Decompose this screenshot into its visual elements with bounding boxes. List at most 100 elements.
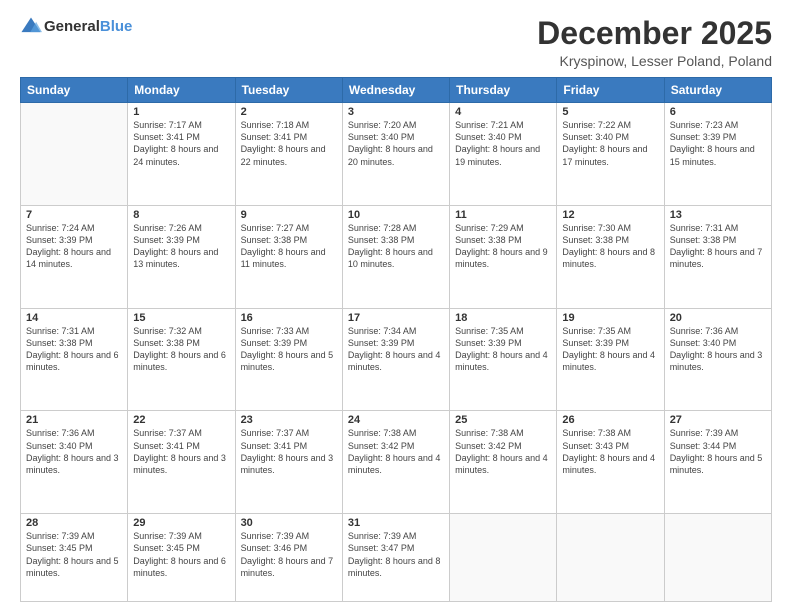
day-number: 7: [26, 209, 122, 221]
day-number: 13: [670, 209, 766, 221]
calendar-cell: 1Sunrise: 7:17 AMSunset: 3:41 PMDaylight…: [128, 103, 235, 206]
day-info: Sunrise: 7:39 AMSunset: 3:45 PMDaylight:…: [133, 530, 229, 579]
calendar-cell: 18Sunrise: 7:35 AMSunset: 3:39 PMDayligh…: [450, 308, 557, 411]
calendar-cell: 5Sunrise: 7:22 AMSunset: 3:40 PMDaylight…: [557, 103, 664, 206]
weekday-header-tuesday: Tuesday: [235, 78, 342, 103]
day-number: 8: [133, 209, 229, 221]
logo: GeneralBlue: [20, 16, 132, 38]
day-number: 22: [133, 414, 229, 426]
day-number: 10: [348, 209, 444, 221]
day-number: 1: [133, 106, 229, 118]
calendar-week-row: 21Sunrise: 7:36 AMSunset: 3:40 PMDayligh…: [21, 411, 772, 514]
month-title: December 2025: [537, 16, 772, 51]
calendar-cell: 6Sunrise: 7:23 AMSunset: 3:39 PMDaylight…: [664, 103, 771, 206]
calendar-cell: 3Sunrise: 7:20 AMSunset: 3:40 PMDaylight…: [342, 103, 449, 206]
day-info: Sunrise: 7:27 AMSunset: 3:38 PMDaylight:…: [241, 222, 337, 271]
day-info: Sunrise: 7:36 AMSunset: 3:40 PMDaylight:…: [26, 427, 122, 476]
day-number: 20: [670, 312, 766, 324]
day-number: 2: [241, 106, 337, 118]
day-number: 3: [348, 106, 444, 118]
day-info: Sunrise: 7:22 AMSunset: 3:40 PMDaylight:…: [562, 119, 658, 168]
calendar-cell: 19Sunrise: 7:35 AMSunset: 3:39 PMDayligh…: [557, 308, 664, 411]
day-info: Sunrise: 7:31 AMSunset: 3:38 PMDaylight:…: [26, 325, 122, 374]
day-info: Sunrise: 7:32 AMSunset: 3:38 PMDaylight:…: [133, 325, 229, 374]
day-number: 26: [562, 414, 658, 426]
day-number: 28: [26, 517, 122, 529]
calendar-cell: 24Sunrise: 7:38 AMSunset: 3:42 PMDayligh…: [342, 411, 449, 514]
calendar-cell: 4Sunrise: 7:21 AMSunset: 3:40 PMDaylight…: [450, 103, 557, 206]
calendar-cell: 20Sunrise: 7:36 AMSunset: 3:40 PMDayligh…: [664, 308, 771, 411]
calendar-cell: [557, 514, 664, 602]
logo-icon: [20, 16, 42, 38]
day-info: Sunrise: 7:37 AMSunset: 3:41 PMDaylight:…: [241, 427, 337, 476]
day-number: 12: [562, 209, 658, 221]
calendar-cell: 2Sunrise: 7:18 AMSunset: 3:41 PMDaylight…: [235, 103, 342, 206]
day-info: Sunrise: 7:23 AMSunset: 3:39 PMDaylight:…: [670, 119, 766, 168]
calendar-cell: 11Sunrise: 7:29 AMSunset: 3:38 PMDayligh…: [450, 205, 557, 308]
page: GeneralBlue December 2025 Kryspinow, Les…: [0, 0, 792, 612]
calendar-cell: 13Sunrise: 7:31 AMSunset: 3:38 PMDayligh…: [664, 205, 771, 308]
calendar-cell: 16Sunrise: 7:33 AMSunset: 3:39 PMDayligh…: [235, 308, 342, 411]
calendar-cell: [21, 103, 128, 206]
day-number: 24: [348, 414, 444, 426]
calendar-cell: 25Sunrise: 7:38 AMSunset: 3:42 PMDayligh…: [450, 411, 557, 514]
calendar-cell: 29Sunrise: 7:39 AMSunset: 3:45 PMDayligh…: [128, 514, 235, 602]
calendar-cell: 30Sunrise: 7:39 AMSunset: 3:46 PMDayligh…: [235, 514, 342, 602]
location-title: Kryspinow, Lesser Poland, Poland: [537, 53, 772, 69]
title-block: December 2025 Kryspinow, Lesser Poland, …: [537, 16, 772, 69]
day-info: Sunrise: 7:35 AMSunset: 3:39 PMDaylight:…: [455, 325, 551, 374]
day-info: Sunrise: 7:17 AMSunset: 3:41 PMDaylight:…: [133, 119, 229, 168]
day-info: Sunrise: 7:29 AMSunset: 3:38 PMDaylight:…: [455, 222, 551, 271]
calendar-week-row: 28Sunrise: 7:39 AMSunset: 3:45 PMDayligh…: [21, 514, 772, 602]
day-number: 16: [241, 312, 337, 324]
day-info: Sunrise: 7:26 AMSunset: 3:39 PMDaylight:…: [133, 222, 229, 271]
calendar-cell: 23Sunrise: 7:37 AMSunset: 3:41 PMDayligh…: [235, 411, 342, 514]
day-number: 27: [670, 414, 766, 426]
day-number: 31: [348, 517, 444, 529]
day-info: Sunrise: 7:38 AMSunset: 3:43 PMDaylight:…: [562, 427, 658, 476]
day-number: 14: [26, 312, 122, 324]
weekday-header-sunday: Sunday: [21, 78, 128, 103]
calendar-cell: 28Sunrise: 7:39 AMSunset: 3:45 PMDayligh…: [21, 514, 128, 602]
day-info: Sunrise: 7:28 AMSunset: 3:38 PMDaylight:…: [348, 222, 444, 271]
calendar-cell: 31Sunrise: 7:39 AMSunset: 3:47 PMDayligh…: [342, 514, 449, 602]
day-info: Sunrise: 7:38 AMSunset: 3:42 PMDaylight:…: [455, 427, 551, 476]
day-info: Sunrise: 7:39 AMSunset: 3:47 PMDaylight:…: [348, 530, 444, 579]
calendar-table: SundayMondayTuesdayWednesdayThursdayFrid…: [20, 77, 772, 602]
day-number: 19: [562, 312, 658, 324]
weekday-header-saturday: Saturday: [664, 78, 771, 103]
day-number: 4: [455, 106, 551, 118]
day-info: Sunrise: 7:35 AMSunset: 3:39 PMDaylight:…: [562, 325, 658, 374]
day-number: 5: [562, 106, 658, 118]
day-info: Sunrise: 7:37 AMSunset: 3:41 PMDaylight:…: [133, 427, 229, 476]
calendar-week-row: 14Sunrise: 7:31 AMSunset: 3:38 PMDayligh…: [21, 308, 772, 411]
logo-text: GeneralBlue: [44, 18, 132, 36]
day-info: Sunrise: 7:36 AMSunset: 3:40 PMDaylight:…: [670, 325, 766, 374]
day-info: Sunrise: 7:20 AMSunset: 3:40 PMDaylight:…: [348, 119, 444, 168]
calendar-cell: 15Sunrise: 7:32 AMSunset: 3:38 PMDayligh…: [128, 308, 235, 411]
day-info: Sunrise: 7:18 AMSunset: 3:41 PMDaylight:…: [241, 119, 337, 168]
calendar-cell: 10Sunrise: 7:28 AMSunset: 3:38 PMDayligh…: [342, 205, 449, 308]
day-info: Sunrise: 7:31 AMSunset: 3:38 PMDaylight:…: [670, 222, 766, 271]
day-info: Sunrise: 7:21 AMSunset: 3:40 PMDaylight:…: [455, 119, 551, 168]
day-info: Sunrise: 7:39 AMSunset: 3:46 PMDaylight:…: [241, 530, 337, 579]
weekday-header-monday: Monday: [128, 78, 235, 103]
day-number: 15: [133, 312, 229, 324]
day-info: Sunrise: 7:30 AMSunset: 3:38 PMDaylight:…: [562, 222, 658, 271]
day-number: 21: [26, 414, 122, 426]
calendar-cell: 12Sunrise: 7:30 AMSunset: 3:38 PMDayligh…: [557, 205, 664, 308]
calendar-cell: 27Sunrise: 7:39 AMSunset: 3:44 PMDayligh…: [664, 411, 771, 514]
weekday-header-friday: Friday: [557, 78, 664, 103]
calendar-cell: 8Sunrise: 7:26 AMSunset: 3:39 PMDaylight…: [128, 205, 235, 308]
calendar-cell: 26Sunrise: 7:38 AMSunset: 3:43 PMDayligh…: [557, 411, 664, 514]
calendar-cell: [664, 514, 771, 602]
day-info: Sunrise: 7:24 AMSunset: 3:39 PMDaylight:…: [26, 222, 122, 271]
day-info: Sunrise: 7:39 AMSunset: 3:44 PMDaylight:…: [670, 427, 766, 476]
day-number: 29: [133, 517, 229, 529]
day-number: 6: [670, 106, 766, 118]
calendar-cell: 21Sunrise: 7:36 AMSunset: 3:40 PMDayligh…: [21, 411, 128, 514]
calendar-cell: 14Sunrise: 7:31 AMSunset: 3:38 PMDayligh…: [21, 308, 128, 411]
day-info: Sunrise: 7:39 AMSunset: 3:45 PMDaylight:…: [26, 530, 122, 579]
day-number: 23: [241, 414, 337, 426]
day-info: Sunrise: 7:34 AMSunset: 3:39 PMDaylight:…: [348, 325, 444, 374]
